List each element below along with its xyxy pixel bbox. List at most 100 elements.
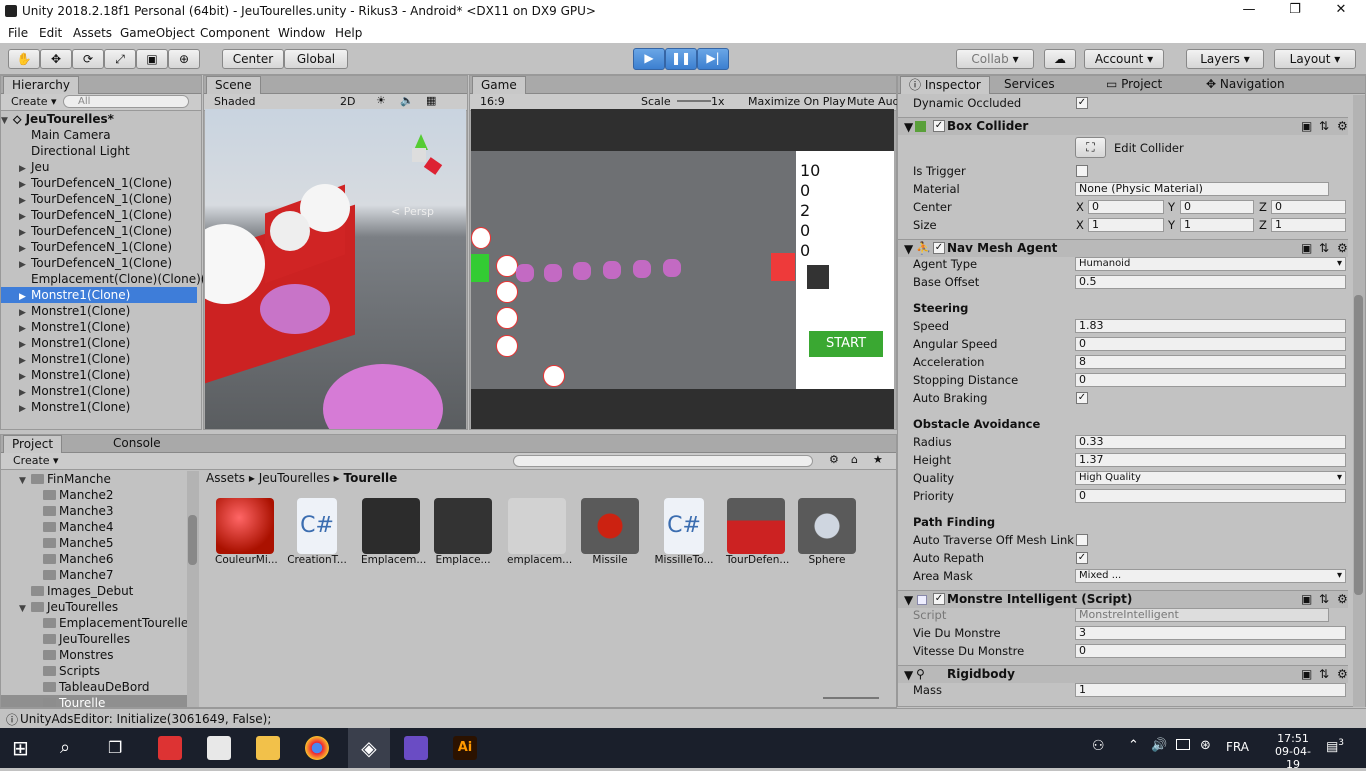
hierarchy-item[interactable]: ▶ Monstre1(Clone)	[1, 399, 197, 415]
foldout-arrow-icon[interactable]: ▼	[904, 668, 913, 682]
expand-arrow-icon[interactable]: ▶	[19, 401, 31, 417]
project-folder[interactable]: Manche6	[1, 551, 187, 567]
component-gear-icon[interactable]: ⚙	[1337, 119, 1348, 133]
tab-game[interactable]: Game	[472, 76, 526, 94]
game-view[interactable]: 10 0 2 0 0 START	[471, 109, 894, 429]
rigidbody-header[interactable]: ▼ ⚲ Rigidbody ▣ ⇅ ⚙	[898, 665, 1348, 683]
project-folder[interactable]: Manche5	[1, 535, 187, 551]
task-view-icon[interactable]: ❐	[108, 736, 132, 760]
transform-tool-icon[interactable]: ⊕	[168, 49, 200, 69]
stopping-distance-field[interactable]: 0	[1075, 373, 1346, 387]
pivot-center-button[interactable]: Center	[222, 49, 284, 69]
hierarchy-item[interactable]: ▶ TourDefenceN_1(Clone)	[1, 207, 197, 223]
foldout-arrow-icon[interactable]: ▼	[904, 242, 913, 256]
asset-item[interactable]: Emplace...	[433, 498, 493, 566]
pause-icon[interactable]: ❚❚	[665, 48, 697, 70]
people-icon[interactable]: ⚇	[1092, 738, 1105, 754]
project-search-input[interactable]	[513, 455, 813, 467]
hierarchy-item[interactable]: ▶ TourDefenceN_1(Clone)	[1, 223, 197, 239]
priority-field[interactable]: 0	[1075, 489, 1346, 503]
monstre-script-header[interactable]: ▼ ✓ Monstre Intelligent (Script) ▣ ⇅ ⚙	[898, 590, 1348, 608]
help-icon[interactable]: ▣	[1301, 592, 1312, 606]
rect-tool-icon[interactable]: ▣	[136, 49, 168, 69]
component-gear-icon[interactable]: ⚙	[1337, 592, 1348, 606]
cloud-icon[interactable]: ☁	[1044, 49, 1076, 69]
box-collider-enabled[interactable]: ✓	[933, 120, 945, 132]
gift-app-icon[interactable]	[158, 736, 182, 760]
hierarchy-item[interactable]: ▶ TourDefenceN_1(Clone)	[1, 175, 197, 191]
script-enabled[interactable]: ✓	[933, 593, 945, 605]
project-folder[interactable]: Manche4	[1, 519, 187, 535]
foldout-arrow-icon[interactable]: ▼	[904, 120, 913, 134]
hierarchy-item[interactable]: ▶ Monstre1(Clone)	[1, 351, 197, 367]
hierarchy-item[interactable]: ▶ Monstre1(Clone)	[1, 287, 197, 303]
scale-slider[interactable]	[677, 100, 711, 102]
project-folder[interactable]: Images_Debut	[1, 583, 187, 599]
edit-collider-button[interactable]: ⛶	[1075, 137, 1106, 158]
size-y-field[interactable]: 1	[1180, 218, 1254, 232]
asset-item[interactable]: C# MissilleTo...	[654, 498, 714, 566]
speed-field[interactable]: 1.83	[1075, 319, 1346, 333]
projection-label[interactable]: < Persp	[391, 205, 434, 218]
component-gear-icon[interactable]: ⚙	[1337, 241, 1348, 255]
hierarchy-item[interactable]: ▶ Jeu	[1, 159, 197, 175]
close-icon[interactable]: ✕	[1318, 2, 1364, 22]
help-icon[interactable]: ▣	[1301, 119, 1312, 133]
presets-icon[interactable]: ⇅	[1319, 592, 1329, 606]
asset-item[interactable]: C# CreationT...	[287, 498, 347, 566]
asset-item[interactable]: CouleurMi...	[215, 498, 278, 566]
area-mask-dropdown[interactable]: Mixed ... ▾	[1075, 569, 1346, 583]
nav-agent-enabled[interactable]: ✓	[933, 242, 945, 254]
material-field[interactable]: None (Physic Material)	[1075, 182, 1329, 196]
component-gear-icon[interactable]: ⚙	[1337, 667, 1348, 681]
pivot-global-button[interactable]: Global	[284, 49, 348, 69]
battery-icon[interactable]	[1176, 739, 1190, 750]
maximize-icon[interactable]: ❐	[1272, 2, 1318, 22]
breadcrumb-jeutourelles[interactable]: JeuTourelles	[259, 471, 330, 485]
tree-scrollbar-thumb[interactable]	[188, 515, 197, 565]
project-folder[interactable]: ▼ FinManche	[1, 471, 187, 487]
vitesse-field[interactable]: 0	[1075, 644, 1346, 658]
hierarchy-search-input[interactable]: All	[63, 95, 189, 108]
account-dropdown[interactable]: Account ▾	[1084, 49, 1164, 69]
hierarchy-item[interactable]: ▶ Monstre1(Clone)	[1, 335, 197, 351]
project-folder[interactable]: Manche2	[1, 487, 187, 503]
angular-speed-field[interactable]: 0	[1075, 337, 1346, 351]
scale-tool-icon[interactable]: ⤢	[104, 49, 136, 69]
hierarchy-item[interactable]: ▶ Monstre1(Clone)	[1, 319, 197, 335]
asset-item[interactable]: emplacem...	[507, 498, 572, 566]
maximize-on-play-button[interactable]: Maximize On Play	[748, 95, 846, 108]
menu-file[interactable]: File	[8, 26, 28, 40]
acceleration-field[interactable]: 8	[1075, 355, 1346, 369]
hierarchy-item[interactable]: ▶ TourDefenceN_1(Clone)	[1, 255, 197, 271]
project-create-dropdown[interactable]: Create ▾	[13, 454, 59, 467]
tab-navigation[interactable]: ✥ Navigation	[1198, 76, 1293, 94]
create-dropdown[interactable]: Create ▾	[11, 95, 57, 108]
minimize-icon[interactable]: —	[1226, 2, 1272, 22]
tab-services[interactable]: Services	[996, 76, 1063, 94]
hierarchy-item[interactable]: Main Camera	[1, 127, 197, 143]
unity-taskbar-icon[interactable]: ◈	[348, 728, 390, 768]
project-folder[interactable]: ▼ JeuTourelles	[1, 599, 187, 615]
hierarchy-item[interactable]: Directional Light	[1, 143, 197, 159]
asset-item[interactable]: Emplacem...	[361, 498, 426, 566]
chrome-icon[interactable]	[305, 736, 329, 760]
tree-scrollbar[interactable]	[187, 471, 199, 707]
hand-tool-icon[interactable]: ✋	[8, 49, 40, 69]
layout-dropdown[interactable]: Layout ▾	[1274, 49, 1356, 69]
mute-audio-button[interactable]: Mute Aud	[847, 95, 900, 108]
breadcrumb-tourelle[interactable]: Tourelle	[344, 471, 398, 485]
project-folder[interactable]: Scripts	[1, 663, 187, 679]
hierarchy-item[interactable]: ▶ TourDefenceN_1(Clone)	[1, 239, 197, 255]
search-icon[interactable]: ⌕	[60, 736, 84, 760]
project-folder[interactable]: Tourelle	[1, 695, 187, 707]
menu-edit[interactable]: Edit	[39, 26, 62, 40]
help-icon[interactable]: ▣	[1301, 241, 1312, 255]
mail-icon[interactable]	[207, 736, 231, 760]
project-folder[interactable]: JeuTourelles	[1, 631, 187, 647]
tab-hierarchy[interactable]: Hierarchy	[3, 76, 80, 94]
center-y-field[interactable]: 0	[1180, 200, 1254, 214]
presets-icon[interactable]: ⇅	[1319, 119, 1329, 133]
shading-mode-dropdown[interactable]: Shaded	[214, 95, 255, 108]
mass-field[interactable]: 1	[1075, 683, 1346, 697]
